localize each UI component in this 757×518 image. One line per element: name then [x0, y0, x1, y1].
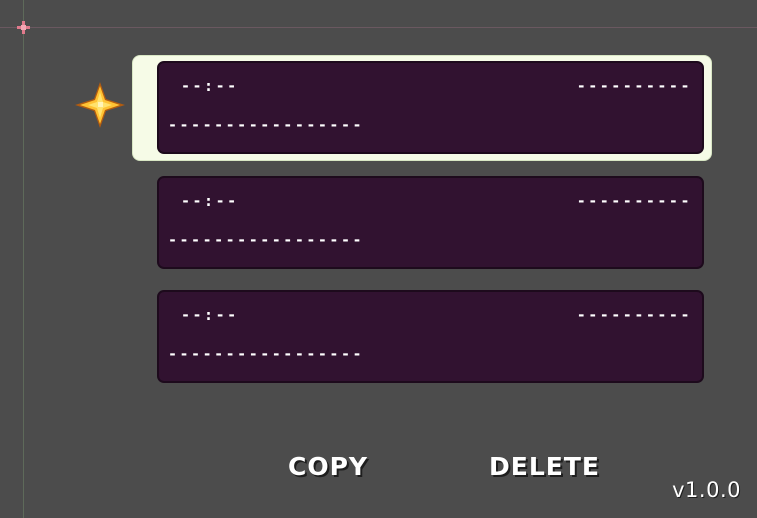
editor-guide-vertical: [23, 0, 24, 518]
slot-name: -----------------: [168, 116, 365, 134]
save-slot-3[interactable]: --:-- ---------- -----------------: [157, 290, 704, 383]
slot-timestamp: ----------: [576, 306, 692, 324]
slot-name: -----------------: [168, 231, 365, 249]
slot-time: --:--: [181, 192, 239, 210]
copy-button[interactable]: COPY: [288, 452, 368, 481]
slot-name: -----------------: [168, 345, 365, 363]
origin-crosshair-icon: [17, 21, 30, 34]
sparkle-star-icon: [75, 82, 125, 128]
slot-timestamp: ----------: [576, 192, 692, 210]
save-slot-1[interactable]: --:-- ---------- -----------------: [157, 61, 704, 154]
version-label: v1.0.0: [672, 478, 741, 502]
save-slot-2[interactable]: --:-- ---------- -----------------: [157, 176, 704, 269]
slot-timestamp: ----------: [576, 77, 692, 95]
editor-guide-horizontal: [0, 27, 757, 28]
delete-button[interactable]: DELETE: [489, 452, 600, 481]
slot-time: --:--: [181, 77, 239, 95]
slot-time: --:--: [181, 306, 239, 324]
